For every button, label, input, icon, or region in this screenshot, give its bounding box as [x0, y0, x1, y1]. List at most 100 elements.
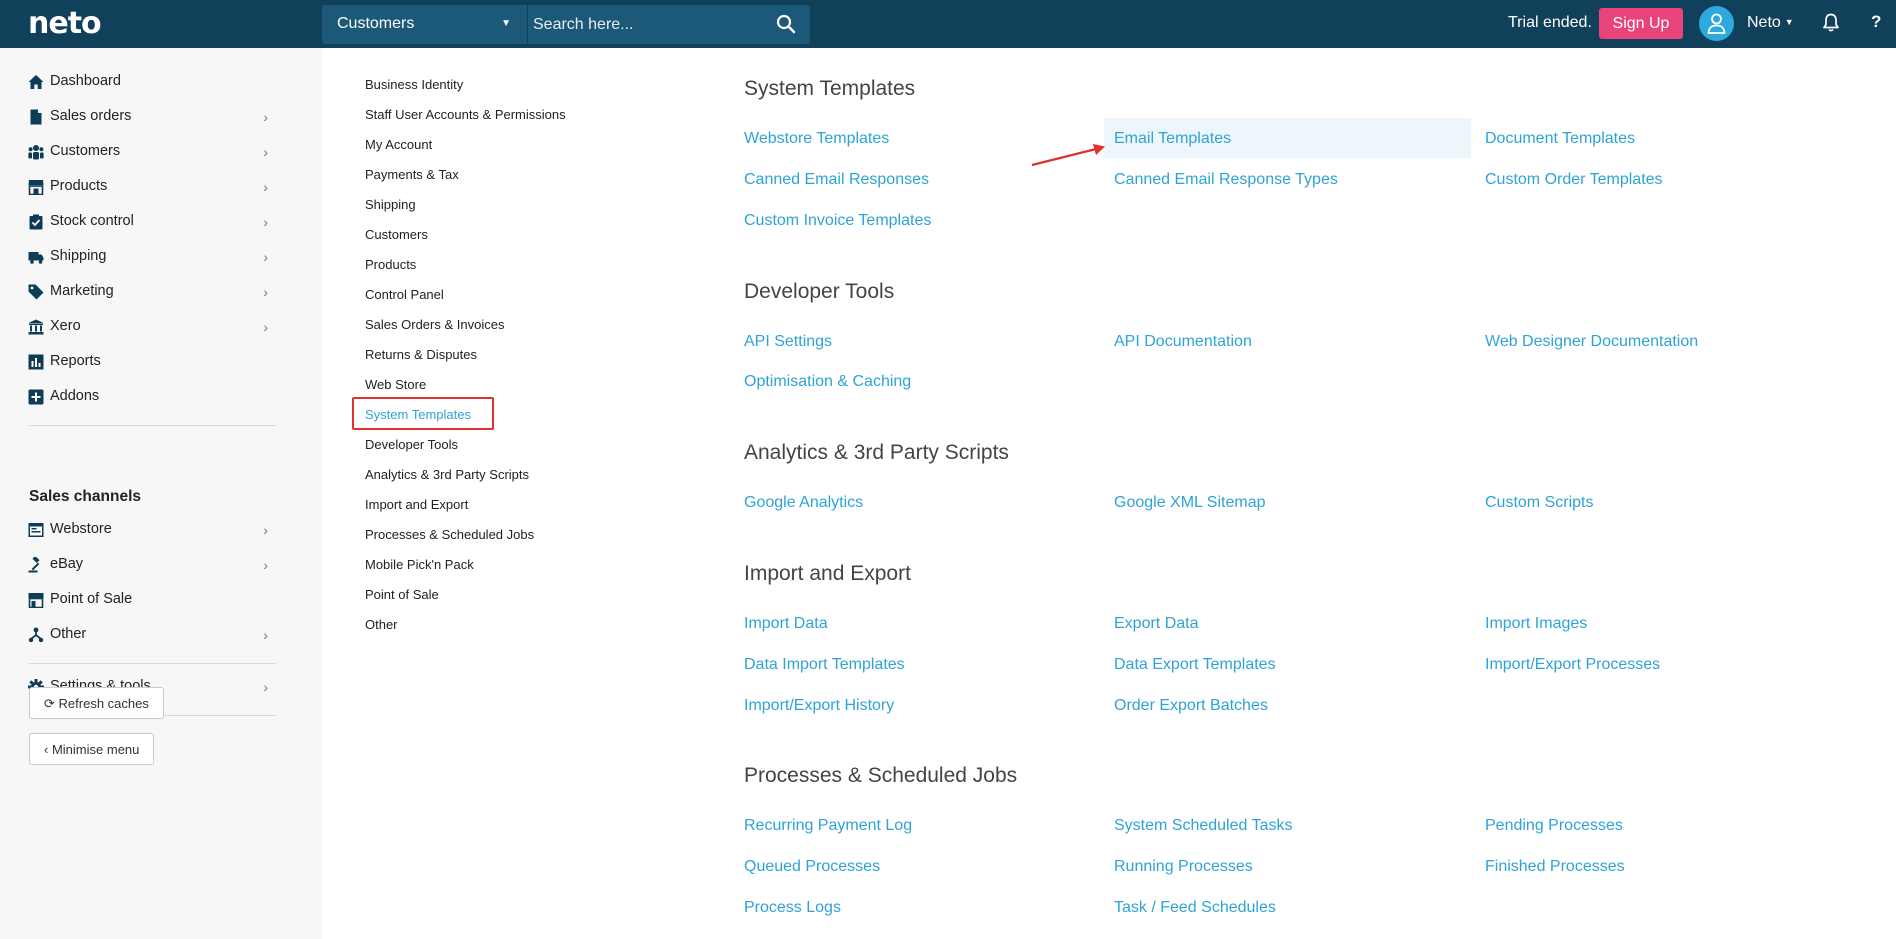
link-running-processes[interactable]: Running Processes [1114, 858, 1253, 876]
settings-menu-item[interactable]: Other [365, 617, 398, 632]
chevron-left-icon: ‹ [44, 742, 49, 757]
chevron-right-icon: › [263, 627, 268, 643]
link-finished-processes[interactable]: Finished Processes [1485, 858, 1625, 876]
link-order-export-batches[interactable]: Order Export Batches [1114, 697, 1268, 715]
trial-status-text: Trial ended. [1508, 14, 1592, 31]
link-data-export-templates[interactable]: Data Export Templates [1114, 656, 1276, 674]
link-canned-email-responses[interactable]: Canned Email Responses [744, 171, 929, 189]
settings-menu-item[interactable]: Shipping [365, 197, 416, 212]
sidebar-divider [29, 425, 276, 426]
settings-menu-item[interactable]: Control Panel [365, 287, 444, 302]
link-google-xml-sitemap[interactable]: Google XML Sitemap [1114, 494, 1265, 512]
link-import-export-history[interactable]: Import/Export History [744, 697, 894, 715]
link-google-analytics[interactable]: Google Analytics [744, 494, 863, 512]
link-document-templates[interactable]: Document Templates [1485, 130, 1635, 148]
sidebar-item-customers[interactable]: Customers › [28, 140, 276, 166]
refresh-caches-button[interactable]: ⟳ Refresh caches [29, 687, 164, 719]
sidebar-item-point-of-sale[interactable]: Point of Sale [28, 588, 276, 614]
settings-menu-item[interactable]: Payments & Tax [365, 167, 459, 182]
sidebar-item-reports[interactable]: Reports [28, 350, 276, 376]
link-system-scheduled-tasks[interactable]: System Scheduled Tasks [1114, 817, 1292, 835]
clipboard-check-icon [29, 214, 43, 230]
settings-menu-item[interactable]: Processes & Scheduled Jobs [365, 527, 534, 542]
link-queued-processes[interactable]: Queued Processes [744, 858, 880, 876]
settings-menu-item[interactable]: Returns & Disputes [365, 347, 477, 362]
sidebar-item-webstore[interactable]: Webstore › [28, 518, 276, 544]
settings-menu-item[interactable]: Sales Orders & Invoices [365, 317, 504, 332]
sidebar-item-marketing[interactable]: Marketing › [28, 280, 276, 306]
link-import-export-processes[interactable]: Import/Export Processes [1485, 656, 1660, 674]
minimise-menu-button[interactable]: ‹ Minimise menu [29, 733, 155, 765]
link-api-settings[interactable]: API Settings [744, 333, 832, 351]
user-icon [1707, 13, 1726, 34]
search-icon[interactable] [776, 14, 796, 34]
bell-icon[interactable] [1823, 13, 1839, 32]
section-title-analytics: Analytics & 3rd Party Scripts [744, 441, 1009, 464]
section-title-system-templates: System Templates [744, 77, 916, 100]
sidebar-item-products[interactable]: Products › [28, 175, 276, 201]
link-task-feed-schedules[interactable]: Task / Feed Schedules [1114, 899, 1276, 917]
settings-menu-item[interactable]: Point of Sale [365, 587, 439, 602]
link-custom-scripts[interactable]: Custom Scripts [1485, 494, 1593, 512]
settings-menu-item[interactable]: Customers [365, 227, 428, 242]
link-pending-processes[interactable]: Pending Processes [1485, 817, 1623, 835]
user-avatar[interactable] [1699, 6, 1734, 41]
sidebar-item-addons[interactable]: Addons [28, 385, 276, 411]
sidebar-item-label: Stock control [50, 213, 134, 229]
settings-menu-item[interactable]: Products [365, 257, 416, 272]
link-custom-order-templates[interactable]: Custom Order Templates [1485, 171, 1663, 189]
chevron-right-icon: › [263, 214, 268, 230]
settings-menu-item[interactable]: Analytics & 3rd Party Scripts [365, 467, 529, 482]
sidebar-item-stock-control[interactable]: Stock control › [28, 210, 276, 236]
settings-menu-item[interactable]: Developer Tools [365, 437, 458, 452]
search-bar: Customers ▼ [322, 5, 810, 44]
sidebar-item-label: eBay [50, 556, 84, 572]
settings-menu-item[interactable]: Staff User Accounts & Permissions [365, 107, 566, 122]
sign-up-button[interactable]: Sign Up [1599, 8, 1683, 39]
link-import-data[interactable]: Import Data [744, 615, 828, 633]
link-process-logs[interactable]: Process Logs [744, 899, 841, 917]
sidebar-item-sales-orders[interactable]: Sales orders › [28, 105, 276, 131]
link-api-documentation[interactable]: API Documentation [1114, 333, 1252, 351]
settings-menu-item[interactable]: Mobile Pick'n Pack [365, 557, 474, 572]
search-scope-select[interactable]: Customers ▼ [322, 5, 528, 44]
help-icon[interactable]: ? [1871, 12, 1885, 32]
tag-icon [28, 284, 44, 300]
settings-menu-item[interactable]: Web Store [365, 377, 426, 392]
refresh-icon: ⟳ [44, 696, 55, 711]
link-email-templates[interactable]: Email Templates [1114, 130, 1231, 148]
user-menu[interactable]: Neto ▼ [1747, 14, 1794, 32]
link-export-data[interactable]: Export Data [1114, 615, 1198, 633]
sidebar-item-xero[interactable]: Xero › [28, 315, 276, 341]
sidebar-item-dashboard[interactable]: Dashboard [28, 70, 276, 96]
sidebar-item-label: Marketing [50, 283, 114, 299]
chevron-right-icon: › [263, 109, 268, 125]
chevron-right-icon: › [263, 679, 268, 695]
neto-logo[interactable]: neto [28, 6, 102, 41]
link-custom-invoice-templates[interactable]: Custom Invoice Templates [744, 212, 931, 230]
link-optimisation-caching[interactable]: Optimisation & Caching [744, 373, 911, 391]
link-import-images[interactable]: Import Images [1485, 615, 1587, 633]
link-webstore-templates[interactable]: Webstore Templates [744, 130, 889, 148]
link-canned-email-response-types[interactable]: Canned Email Response Types [1114, 171, 1338, 189]
sidebar-item-shipping[interactable]: Shipping › [28, 245, 276, 271]
sidebar-item-other[interactable]: Other › [28, 623, 276, 649]
link-data-import-templates[interactable]: Data Import Templates [744, 656, 905, 674]
settings-menu-item-active[interactable]: System Templates [365, 407, 471, 422]
search-input[interactable] [533, 10, 763, 39]
settings-menu-item[interactable]: Import and Export [365, 497, 468, 512]
home-icon [28, 75, 44, 89]
settings-menu-item[interactable]: My Account [365, 137, 432, 152]
chevron-right-icon: › [263, 319, 268, 335]
chevron-right-icon: › [263, 522, 268, 538]
link-web-designer-documentation[interactable]: Web Designer Documentation [1485, 333, 1698, 351]
settings-menu-item[interactable]: Business Identity [365, 77, 463, 92]
store-icon [28, 180, 44, 195]
chevron-right-icon: › [263, 144, 268, 160]
link-recurring-payment-log[interactable]: Recurring Payment Log [744, 817, 912, 835]
sidebar-item-ebay[interactable]: eBay › [28, 553, 276, 579]
shop-icon [28, 593, 44, 608]
user-name: Neto [1747, 14, 1781, 31]
sales-channels-heading: Sales channels [29, 488, 142, 505]
section-title-processes: Processes & Scheduled Jobs [744, 764, 1018, 787]
